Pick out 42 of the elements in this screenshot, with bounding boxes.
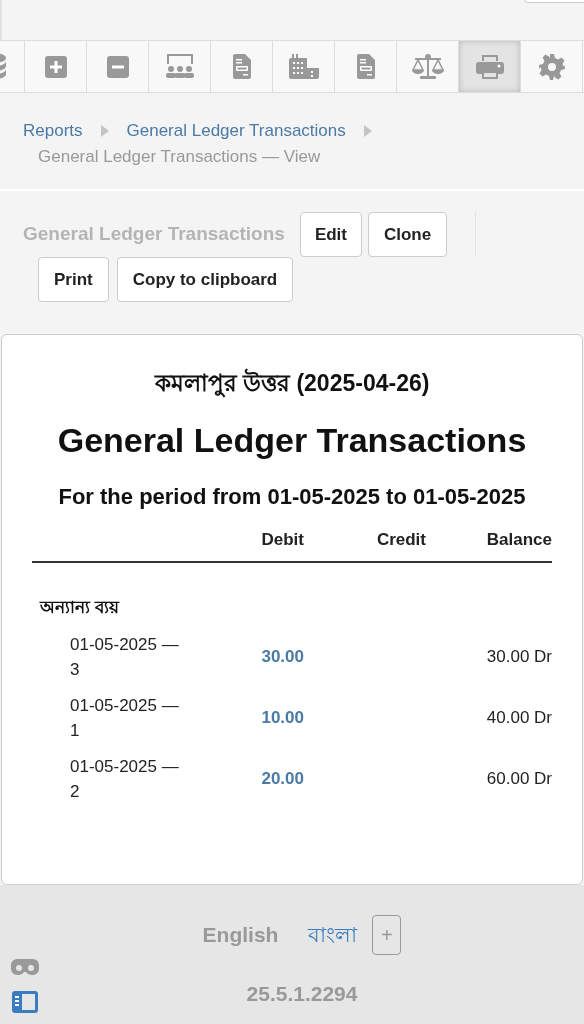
document-icon — [356, 54, 375, 79]
page-title: General Ledger Transactions — [23, 222, 285, 247]
minus-square-icon — [106, 55, 129, 78]
print-icon — [475, 54, 504, 79]
sidebar-icon[interactable] — [12, 991, 38, 1013]
breadcrumb-current: General Ledger Transactions — View — [38, 146, 321, 168]
debit-link[interactable]: 10.00 — [261, 707, 304, 727]
entry-date: 01-05-2025 — 1 — [70, 694, 180, 742]
column-header: Credit — [376, 530, 426, 549]
clone-button[interactable]: Clone — [368, 212, 448, 257]
print-button[interactable]: Print — [38, 257, 109, 302]
caret-right-icon — [363, 125, 372, 137]
add-language-button[interactable]: + — [372, 915, 402, 955]
report-title: General Ledger Transactions — [56, 420, 528, 461]
report-period: For the period from 01-05-2025 to 01-05-2025 — [57, 483, 527, 511]
company-heading: কমলাপুর উত্তর (2025-04-26) — [153, 367, 431, 400]
scale-icon — [411, 54, 444, 79]
breadcrumb-link[interactable]: Reports — [23, 118, 83, 144]
entry-date: 01-05-2025 — 3 — [70, 633, 180, 681]
document-icon — [232, 54, 251, 79]
caret-right-icon — [100, 125, 109, 137]
toolbar-button[interactable] — [459, 41, 521, 92]
language-link[interactable]: বাংলা — [308, 919, 358, 951]
debit-link[interactable]: 20.00 — [261, 768, 304, 788]
breadcrumb-link[interactable]: General Ledger Transactions — [126, 118, 346, 144]
account-name: অন্যান্য ব্যয় — [40, 596, 121, 619]
current-language[interactable]: English — [202, 919, 279, 951]
building-icon — [288, 54, 319, 79]
group-icon — [164, 54, 195, 79]
column-header: Debit — [261, 530, 304, 549]
balance-cell: 40.00 Dr — [486, 707, 552, 727]
entry-date: 01-05-2025 — 2 — [70, 755, 180, 803]
edit-button[interactable]: Edit — [299, 212, 362, 257]
plus-square-icon — [44, 55, 67, 78]
copy-button[interactable]: Copy to clipboard — [116, 257, 294, 302]
balance-cell: 30.00 Dr — [486, 646, 552, 666]
balance-cell: 60.00 Dr — [486, 768, 552, 788]
column-header: Balance — [486, 530, 552, 549]
settings-icon — [538, 53, 565, 80]
debit-link[interactable]: 30.00 — [261, 646, 304, 666]
glasses-icon[interactable] — [11, 958, 39, 976]
version-text: 25.5.1.2294 — [246, 981, 358, 1007]
